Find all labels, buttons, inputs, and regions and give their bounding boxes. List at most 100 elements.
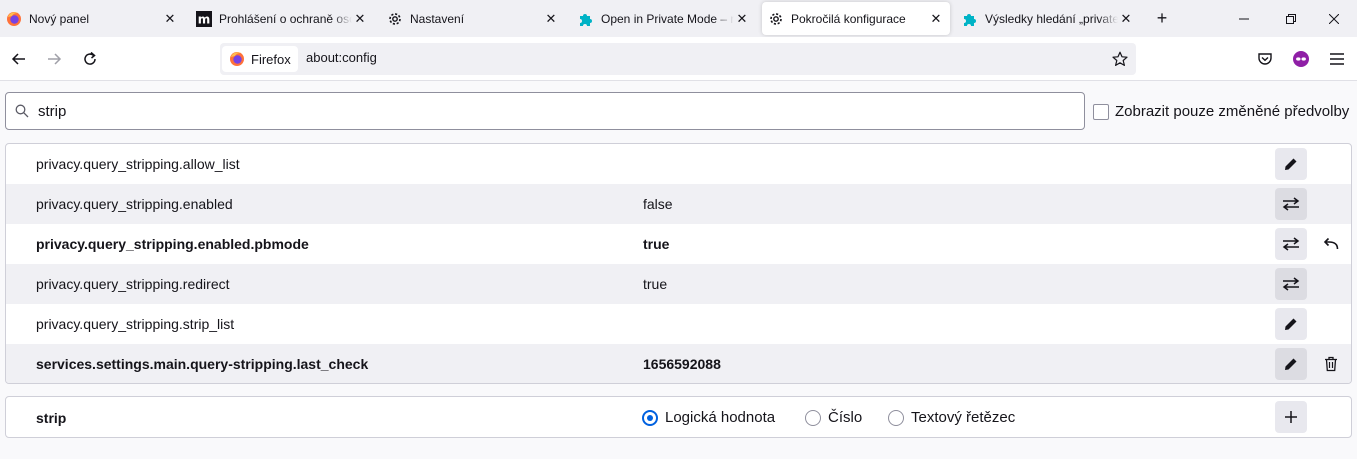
search-icon xyxy=(15,104,29,118)
pref-name: privacy.query_stripping.redirect xyxy=(36,276,230,292)
tab-advanced-config[interactable]: Pokročilá konfigurace ✕ xyxy=(762,2,950,35)
reload-icon xyxy=(84,51,96,65)
search-input[interactable]: strip xyxy=(5,92,1085,130)
radio-dot[interactable] xyxy=(888,409,904,426)
m-logo-icon: m xyxy=(196,10,212,27)
gear-icon xyxy=(387,11,403,27)
table-row[interactable]: privacy.query_stripping.redirect true xyxy=(6,264,1351,304)
pocket-icon[interactable] xyxy=(1255,49,1275,69)
delete-button[interactable] xyxy=(1315,348,1347,380)
svg-text:m: m xyxy=(198,12,211,26)
show-modified-label: Zobrazit pouze změněné předvolby xyxy=(1115,103,1350,120)
radio-dot[interactable] xyxy=(642,409,658,426)
edit-button[interactable] xyxy=(1275,308,1307,340)
extension-mask-icon[interactable] xyxy=(1291,49,1311,69)
add-pref-button[interactable] xyxy=(1275,401,1307,433)
pref-name: privacy.query_stripping.strip_list xyxy=(36,316,235,332)
edit-icon xyxy=(1285,158,1297,170)
minimize-button[interactable] xyxy=(1221,0,1267,37)
tab-open-private[interactable]: Open in Private Mode – reddit ✕ xyxy=(572,0,756,37)
pref-value: true xyxy=(643,236,670,252)
checkbox-box[interactable] xyxy=(1093,103,1109,120)
close-icon[interactable]: ✕ xyxy=(543,11,559,27)
tab-search-results[interactable]: Výsledky hledání „private ✕ xyxy=(956,0,1140,37)
tab-title: Nový panel xyxy=(29,11,90,26)
tab-title: Prohlášení o ochraně osobních údajů xyxy=(219,11,352,26)
restore-icon xyxy=(1286,13,1296,24)
url-bar[interactable]: Firefox about:config xyxy=(220,43,1136,75)
close-icon[interactable]: ✕ xyxy=(352,11,368,27)
tab-title: Open in Private Mode – reddit xyxy=(601,11,734,26)
toggle-button[interactable] xyxy=(1275,228,1307,260)
show-modified-checkbox[interactable]: Zobrazit pouze změněné předvolby xyxy=(1093,103,1349,120)
identity-box[interactable]: Firefox xyxy=(222,46,298,72)
reload-button[interactable] xyxy=(76,45,104,73)
trash-icon xyxy=(1325,356,1337,372)
tab-title: Pokročilá konfigurace xyxy=(791,11,906,26)
pref-name: privacy.query_stripping.allow_list xyxy=(36,156,240,172)
bookmark-star-icon[interactable] xyxy=(1110,49,1130,69)
close-icon[interactable]: ✕ xyxy=(734,11,750,27)
plus-icon xyxy=(1285,411,1297,423)
radio-label: Číslo xyxy=(828,409,863,426)
arrow-right-icon xyxy=(48,53,62,65)
close-icon[interactable]: ✕ xyxy=(928,11,944,27)
type-radio-number[interactable]: Číslo xyxy=(805,409,862,426)
close-icon[interactable]: ✕ xyxy=(1118,11,1134,27)
toggle-button[interactable] xyxy=(1275,188,1307,220)
pref-value: 1656592088 xyxy=(643,356,721,372)
pref-value: true xyxy=(643,276,668,292)
reset-icon xyxy=(1323,237,1339,250)
gear-icon xyxy=(768,11,784,27)
tab-title: Výsledky hledání „private xyxy=(985,11,1118,26)
prefs-table: privacy.query_stripping.allow_list priva… xyxy=(5,143,1352,384)
edit-button[interactable] xyxy=(1275,348,1307,380)
close-window-button[interactable] xyxy=(1311,0,1357,37)
hamburger-menu-icon[interactable] xyxy=(1327,49,1347,69)
type-radio-boolean[interactable]: Logická hodnota xyxy=(642,409,775,426)
tab-title: Nastavení xyxy=(410,11,465,26)
restore-button[interactable] xyxy=(1268,0,1314,37)
search-value: strip xyxy=(38,103,67,120)
firefox-icon xyxy=(230,52,244,66)
tab-new-tab[interactable]: Nový panel ✕ xyxy=(0,0,184,37)
toggle-icon xyxy=(1282,277,1300,291)
type-radio-string[interactable]: Textový řetězec xyxy=(888,409,1015,426)
pref-name: privacy.query_stripping.enabled.pbmode xyxy=(36,236,309,252)
tab-strip: Nový panel ✕ m Prohlášení o ochraně osob… xyxy=(0,0,1357,37)
radio-dot[interactable] xyxy=(805,409,821,426)
back-button[interactable] xyxy=(5,45,33,73)
close-icon xyxy=(1329,13,1339,24)
toggle-icon xyxy=(1282,237,1300,251)
radio-label: Textový řetězec xyxy=(911,409,1016,426)
url-text[interactable]: about:config xyxy=(306,50,377,65)
table-row[interactable]: privacy.query_stripping.strip_list xyxy=(6,304,1351,344)
toggle-button[interactable] xyxy=(1275,268,1307,300)
new-tab-button[interactable]: + xyxy=(1152,8,1172,28)
toggle-icon xyxy=(1282,197,1300,211)
table-row[interactable]: privacy.query_stripping.enabled false xyxy=(6,184,1351,224)
edit-button[interactable] xyxy=(1275,148,1307,180)
minimize-icon xyxy=(1239,18,1249,19)
navigation-bar: Firefox about:config xyxy=(0,37,1357,81)
pref-name: services.settings.main.query-stripping.l… xyxy=(36,356,369,372)
close-icon[interactable]: ✕ xyxy=(162,11,178,27)
tab-privacy-notice[interactable]: m Prohlášení o ochraně osobních údajů ✕ xyxy=(190,0,374,37)
firefox-icon xyxy=(6,11,22,27)
arrow-left-icon xyxy=(11,53,25,65)
edit-icon xyxy=(1285,318,1297,330)
puzzle-icon xyxy=(962,11,978,27)
forward-button[interactable] xyxy=(40,45,68,73)
radio-label: Logická hodnota xyxy=(665,409,776,426)
table-row[interactable]: privacy.query_stripping.allow_list xyxy=(6,144,1351,184)
table-row[interactable]: services.settings.main.query-stripping.l… xyxy=(6,344,1351,383)
puzzle-icon xyxy=(578,11,594,27)
pref-value: false xyxy=(643,196,673,212)
table-row[interactable]: privacy.query_stripping.enabled.pbmode t… xyxy=(6,224,1351,264)
pref-name: privacy.query_stripping.enabled xyxy=(36,196,233,212)
tab-settings[interactable]: Nastavení ✕ xyxy=(381,0,565,37)
reset-button[interactable] xyxy=(1315,228,1347,260)
edit-icon xyxy=(1285,358,1297,370)
identity-label: Firefox xyxy=(251,51,291,67)
add-pref-row: strip Logická hodnota Číslo Textový řetě… xyxy=(5,396,1352,438)
